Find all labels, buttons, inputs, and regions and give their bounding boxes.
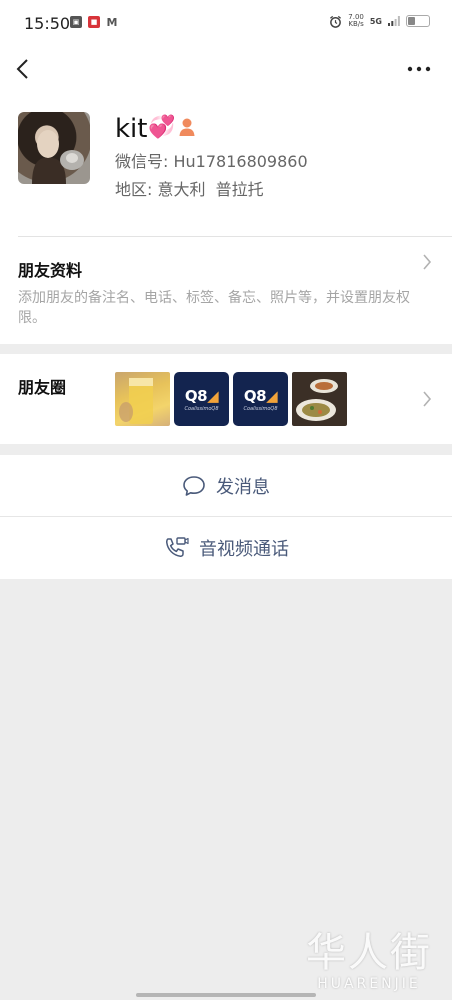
- q8-subtitle: CoalissimoQ8: [184, 405, 219, 412]
- avatar[interactable]: [18, 112, 90, 184]
- moments-thumb-drink: [115, 372, 170, 426]
- wechat-id-label: 微信号:: [115, 152, 169, 171]
- chat-bubble-icon: [183, 476, 205, 496]
- app-badge-icon: ■: [88, 16, 100, 28]
- send-message-label: 发消息: [216, 477, 270, 498]
- moments-thumb-food: [292, 372, 347, 426]
- moments-thumb-q8: Q8◢ CoalissimoQ8: [233, 372, 288, 426]
- q8-logo: Q8◢: [184, 386, 219, 405]
- battery-icon: [406, 15, 430, 27]
- watermark-logo: 华人街 HUARENJIE: [306, 930, 432, 992]
- wechat-id[interactable]: Hu17816809860: [174, 152, 308, 171]
- back-chevron-icon[interactable]: [10, 52, 44, 86]
- send-message-button[interactable]: 发消息: [0, 455, 452, 517]
- nickname: kit: [115, 114, 148, 144]
- drink-photo: [119, 378, 153, 424]
- food-photo: [296, 379, 338, 421]
- wechat-id-line: 微信号: Hu17816809860: [115, 152, 308, 172]
- signal-icon: [388, 16, 400, 26]
- friend-info-row[interactable]: 朋友资料 添加朋友的备注名、电话、标签、备忘、照片等，并设置朋友权限。: [0, 236, 452, 344]
- friend-info-title: 朋友资料: [18, 261, 83, 280]
- status-left-icons: ▣ ■ M: [70, 15, 118, 29]
- watermark-en: HUARENJIE: [317, 976, 421, 992]
- mail-m-icon: M: [106, 15, 118, 29]
- moments-title: 朋友圈: [18, 378, 67, 397]
- status-time: 15:50: [24, 14, 71, 33]
- status-bar: 15:50 ▣ ■ M 7.00 KB/s 5G: [0, 0, 452, 50]
- more-dots-icon[interactable]: [402, 52, 436, 86]
- chevron-right-icon: [423, 391, 432, 407]
- divider: [18, 236, 452, 237]
- region-line: 地区: 意大利 普拉托: [115, 180, 264, 200]
- chevron-right-icon: [423, 254, 432, 270]
- phone-video-icon: [166, 537, 189, 557]
- friend-info-description: 添加朋友的备注名、电话、标签、备忘、照片等，并设置朋友权限。: [18, 290, 410, 326]
- gallery-icon: ▣: [70, 16, 82, 28]
- region-value: 意大利 普拉托: [157, 180, 264, 199]
- net-speed: 7.00 KB/s: [348, 13, 364, 28]
- gender-icon: [179, 118, 195, 136]
- q8-logo: Q8◢: [243, 386, 278, 405]
- network-type: 5G: [369, 16, 382, 26]
- nickname-emoji: 💞: [148, 115, 176, 140]
- avatar-photo: [32, 130, 84, 184]
- watermark-cn: 华人街: [306, 930, 432, 976]
- home-indicator[interactable]: [136, 993, 316, 997]
- moments-row[interactable]: 朋友圈 Q8◢ CoalissimoQ8 Q8◢ CoalissimoQ8: [0, 354, 452, 444]
- status-right-icons: 7.00 KB/s 5G: [329, 14, 430, 28]
- nav-bar: [0, 50, 452, 90]
- alarm-icon: [330, 15, 342, 28]
- battery-level: [408, 17, 415, 25]
- video-call-label: 音视频通话: [199, 539, 289, 560]
- video-call-button[interactable]: 音视频通话: [0, 517, 452, 579]
- q8-subtitle: CoalissimoQ8: [243, 405, 278, 412]
- region-label: 地区:: [115, 180, 153, 199]
- moments-thumb-q8: Q8◢ CoalissimoQ8: [174, 372, 229, 426]
